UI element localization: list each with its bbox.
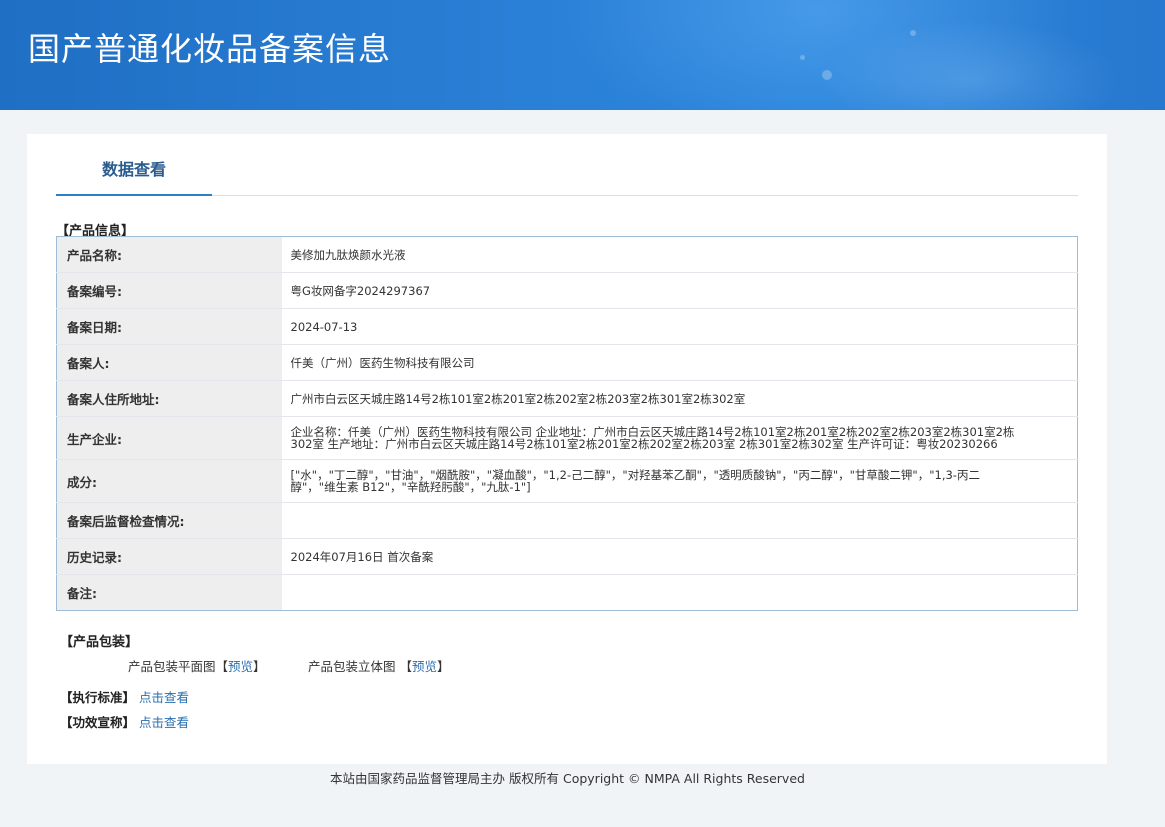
row-value: 广州市白云区天城庄路14号2栋101室2栋201室2栋202室2栋203室2栋3… bbox=[281, 380, 1078, 417]
standards-label: 【执行标准】 bbox=[60, 690, 136, 705]
row-label: 历史记录: bbox=[56, 538, 282, 575]
claims-row: 【功效宣称】 点击查看 bbox=[60, 712, 189, 731]
standards-view-link[interactable]: 点击查看 bbox=[139, 690, 189, 705]
standards-row: 【执行标准】 点击查看 bbox=[60, 687, 189, 706]
table-row: 备案人住所地址: 广州市白云区天城庄路14号2栋101室2栋201室2栋202室… bbox=[56, 380, 1078, 417]
package-flat-label: 产品包装平面图 bbox=[128, 659, 216, 674]
bracket-close: 】 bbox=[437, 659, 450, 674]
row-label: 产品名称: bbox=[56, 236, 282, 273]
content-card: 数据查看 【产品信息】 产品名称: 美修加九肽焕颜水光液 备案编号: 粤G妆网备… bbox=[27, 134, 1107, 764]
table-row: 备案编号: 粤G妆网备字2024297367 bbox=[56, 272, 1078, 309]
row-label: 备案日期: bbox=[56, 308, 282, 345]
row-value: 粤G妆网备字2024297367 bbox=[281, 272, 1078, 309]
table-row: 备案日期: 2024-07-13 bbox=[56, 308, 1078, 345]
claims-label: 【功效宣称】 bbox=[60, 715, 136, 730]
package-solid-preview-link[interactable]: 预览 bbox=[412, 659, 437, 674]
packaging-title: 【产品包装】 bbox=[60, 635, 139, 650]
package-flat-preview-link[interactable]: 预览 bbox=[228, 659, 253, 674]
footer-copyright: 本站由国家药品监督管理局主办 版权所有 Copyright © NMPA All… bbox=[330, 771, 805, 786]
table-row: 备案后监督检查情况: bbox=[56, 502, 1078, 539]
row-label: 备注: bbox=[56, 574, 282, 611]
banner-bubble bbox=[910, 30, 916, 36]
row-value: 2024年07月16日 首次备案 bbox=[281, 538, 1078, 575]
table-row: 生产企业: 企业名称：仟美（广州）医药生物科技有限公司 企业地址：广州市白云区天… bbox=[56, 416, 1078, 460]
bracket-open: 【 bbox=[399, 659, 413, 674]
row-label: 成分: bbox=[56, 459, 282, 503]
row-value bbox=[282, 575, 1078, 611]
header-banner: 国产普通化妆品备案信息 bbox=[0, 0, 1165, 110]
table-row: 产品名称: 美修加九肽焕颜水光液 bbox=[56, 236, 1078, 273]
bracket-open: 【 bbox=[215, 659, 229, 674]
package-solid-row: 产品包装立体图 【预览】 bbox=[308, 656, 450, 675]
row-label: 备案人住所地址: bbox=[56, 380, 282, 417]
tab-bar: 数据查看 bbox=[56, 134, 1078, 196]
package-flat-row: 产品包装平面图【预览】 bbox=[128, 656, 266, 675]
row-value: 2024-07-13 bbox=[281, 308, 1078, 345]
bracket-close: 】 bbox=[253, 659, 266, 674]
banner-bubble bbox=[822, 70, 832, 80]
table-row: 成分: ["水"，"丁二醇"，"甘油"，"烟酰胺"，"凝血酸"，"1,2-己二醇… bbox=[56, 459, 1078, 503]
row-value bbox=[281, 502, 1078, 539]
page-title: 国产普通化妆品备案信息 bbox=[28, 30, 392, 68]
package-solid-label: 产品包装立体图 bbox=[308, 659, 396, 674]
table-row: 历史记录: 2024年07月16日 首次备案 bbox=[56, 538, 1078, 575]
row-label: 备案编号: bbox=[56, 272, 282, 309]
table-row: 备注: bbox=[56, 574, 1078, 611]
row-label: 生产企业: bbox=[56, 416, 282, 460]
table-row: 备案人: 仟美（广州）医药生物科技有限公司 bbox=[56, 344, 1078, 381]
row-value: ["水"，"丁二醇"，"甘油"，"烟酰胺"，"凝血酸"，"1,2-己二醇"，"对… bbox=[281, 459, 1078, 503]
product-info-table: 产品名称: 美修加九肽焕颜水光液 备案编号: 粤G妆网备字2024297367 … bbox=[56, 236, 1078, 611]
row-value: 美修加九肽焕颜水光液 bbox=[281, 236, 1078, 273]
claims-view-link[interactable]: 点击查看 bbox=[139, 715, 189, 730]
row-label: 备案人: bbox=[56, 344, 282, 381]
row-value: 仟美（广州）医药生物科技有限公司 bbox=[281, 344, 1078, 381]
row-value: 企业名称：仟美（广州）医药生物科技有限公司 企业地址：广州市白云区天城庄路14号… bbox=[281, 416, 1078, 460]
banner-bubble bbox=[800, 55, 805, 60]
row-label: 备案后监督检查情况: bbox=[56, 502, 282, 539]
tab-data-view[interactable]: 数据查看 bbox=[56, 134, 212, 196]
